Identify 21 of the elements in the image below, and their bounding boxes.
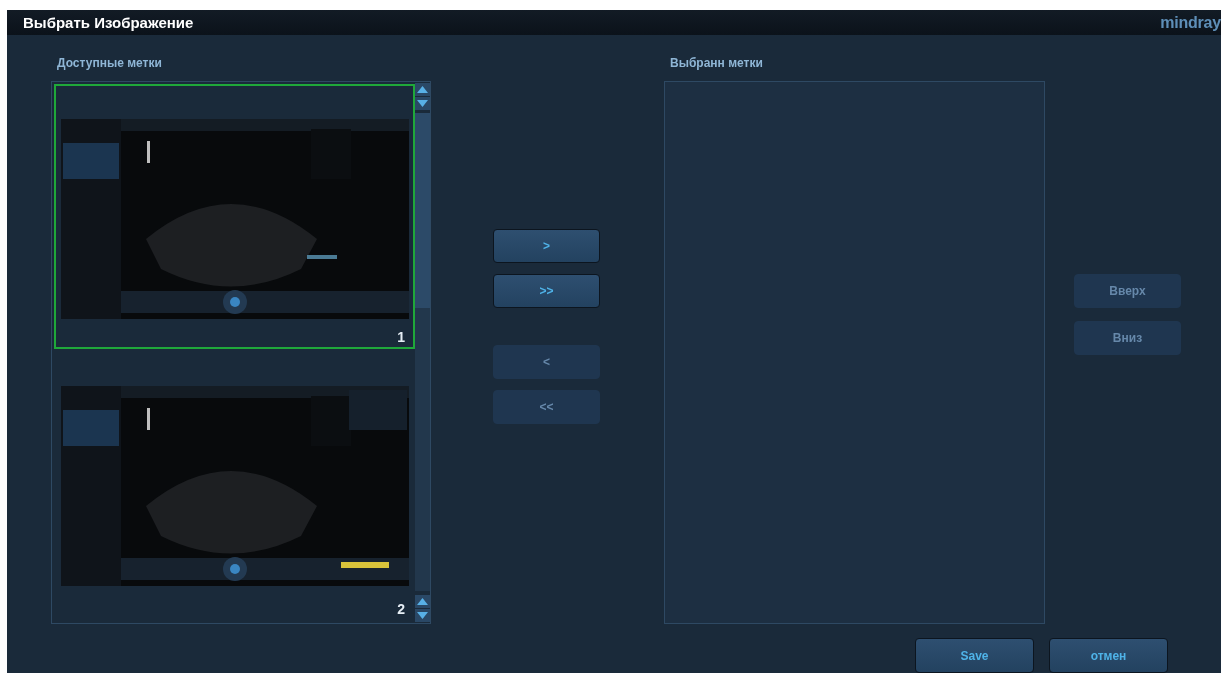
- cancel-button[interactable]: отмен: [1049, 638, 1168, 673]
- scroll-down-button[interactable]: [415, 609, 430, 622]
- thumbnail-number: 1: [397, 329, 405, 345]
- scroll-up-button[interactable]: [415, 595, 430, 608]
- down-arrow-icon: [417, 612, 428, 619]
- up-arrow-icon: [417, 86, 428, 93]
- image-thumbnail[interactable]: 1: [54, 84, 415, 349]
- move-all-right-button[interactable]: >>: [493, 274, 600, 308]
- scroll-up-button[interactable]: [415, 83, 430, 96]
- section-label: Выбранн метки: [670, 55, 764, 71]
- image-thumbnail[interactable]: 2: [54, 351, 415, 621]
- move-right-button[interactable]: >: [493, 229, 600, 263]
- scrollbar-thumb[interactable]: [415, 113, 430, 308]
- section-label: Доступные метки: [57, 55, 163, 71]
- thumbnail-number: 2: [397, 601, 405, 617]
- brand-logo: mindray: [1160, 13, 1221, 32]
- window-title: Выбрать Изображение: [23, 14, 194, 31]
- save-button[interactable]: Save: [915, 638, 1034, 673]
- down-arrow-icon: [417, 100, 428, 107]
- scroll-down-button[interactable]: [415, 97, 430, 110]
- up-arrow-icon: [417, 598, 428, 605]
